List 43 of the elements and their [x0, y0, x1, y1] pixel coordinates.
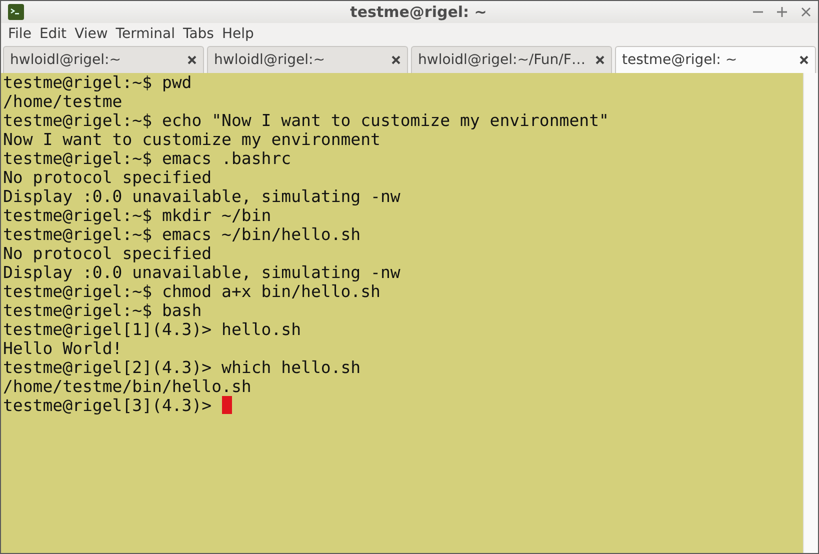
terminal-line: No protocol specified — [3, 244, 213, 263]
terminal-line: testme@rigel:~$ pwd — [3, 73, 193, 92]
tab-label: testme@rigel: ~ — [622, 52, 738, 68]
terminal-line: testme@rigel:~$ chmod a+x bin/hello.sh — [3, 282, 382, 301]
terminal-line: Display :0.0 unavailable, simulating -nw — [3, 187, 402, 206]
tab-label: hwloidl@rigel:~/Fun/F… — [418, 52, 586, 68]
close-icon[interactable] — [800, 6, 812, 18]
terminal-line: Display :0.0 unavailable, simulating -nw — [3, 263, 402, 282]
tab-label: hwloidl@rigel:~ — [214, 52, 325, 68]
terminal-line: testme@rigel:~$ bash — [3, 301, 203, 320]
prompt: testme@rigel[3](4.3)> — [3, 396, 213, 415]
menu-item[interactable]: Help — [218, 26, 259, 42]
tab-label: hwloidl@rigel:~ — [10, 52, 121, 68]
close-icon[interactable] — [799, 55, 809, 65]
close-icon[interactable] — [187, 55, 197, 65]
terminal-line: testme@rigel:~$ mkdir ~/bin — [3, 206, 272, 225]
close-icon[interactable] — [595, 55, 605, 65]
terminal-line: Now I want to customize my environment — [3, 130, 382, 149]
menu-item[interactable]: Tabs — [180, 26, 219, 42]
terminal-app-icon — [7, 3, 25, 21]
menu-item[interactable]: File — [5, 26, 36, 42]
terminal-line: testme@rigel:~$ emacs ~/bin/hello.sh — [3, 225, 362, 244]
terminal-line: /home/testme — [3, 92, 124, 111]
tab[interactable]: testme@rigel: ~ — [615, 46, 816, 73]
tab[interactable]: hwloidl@rigel:~ — [3, 46, 204, 73]
terminal-line: testme@rigel:~$ echo "Now I want to customize my environment" — [3, 111, 610, 130]
tab[interactable]: hwloidl@rigel:~/Fun/F… — [411, 46, 612, 73]
terminal-line: testme@rigel[1](4.3)> hello.sh — [3, 320, 302, 339]
maximize-icon[interactable] — [776, 6, 788, 18]
close-icon[interactable] — [391, 55, 401, 65]
terminal-line: testme@rigel[2](4.3)> which hello.sh — [3, 358, 362, 377]
cursor — [222, 396, 232, 414]
terminal-area[interactable] — [1, 73, 803, 553]
tab[interactable]: hwloidl@rigel:~ — [207, 46, 408, 73]
terminal-line: /home/testme/bin/hello.sh — [3, 377, 252, 396]
terminal-line: testme@rigel:~$ emacs .bashrc — [3, 149, 292, 168]
scrollbar[interactable] — [803, 73, 818, 553]
menu-item[interactable]: Edit — [36, 26, 72, 42]
window-title: testme@rigel: ~ — [349, 3, 487, 21]
menu-item[interactable]: Terminal — [112, 26, 180, 42]
terminal-line: No protocol specified — [3, 168, 213, 187]
menu-item[interactable]: View — [72, 26, 113, 42]
terminal-line: Hello World! — [3, 339, 124, 358]
